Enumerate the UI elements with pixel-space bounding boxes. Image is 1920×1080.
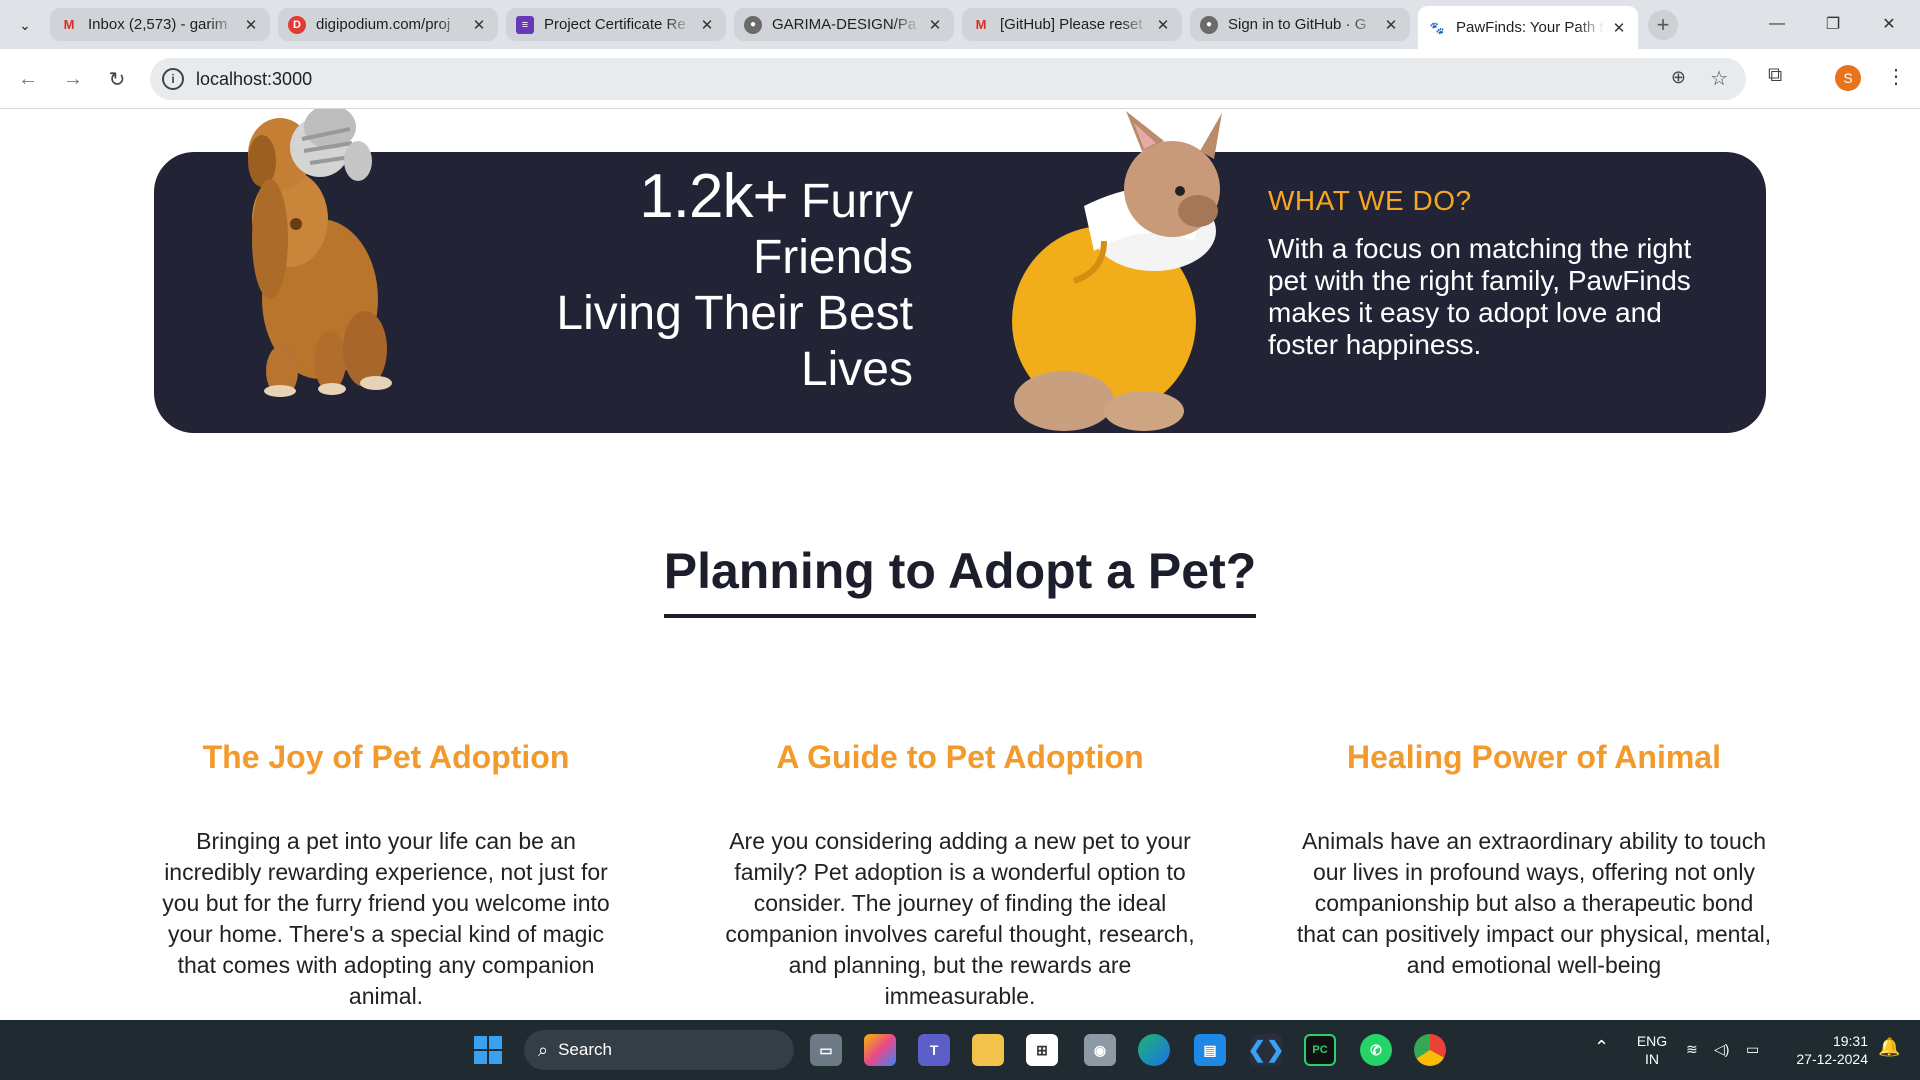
column-title: A Guide to Pet Adoption — [776, 739, 1144, 775]
tab-title: Inbox (2,573) - garim — [88, 16, 228, 33]
whatsapp-icon[interactable]: ✆ — [1360, 1034, 1392, 1066]
close-icon[interactable]: ✕ — [1382, 16, 1400, 34]
column-title: The Joy of Pet Adoption — [202, 739, 570, 775]
new-tab-button[interactable]: + — [1648, 10, 1678, 40]
region-code: IN — [1645, 1051, 1659, 1067]
close-icon[interactable]: ✕ — [1610, 19, 1628, 37]
column-text: Animals have an extraordinary ability to… — [1296, 828, 1772, 978]
github-icon: ● — [1200, 15, 1218, 34]
clock-date: 27-12-2024 — [1796, 1051, 1868, 1067]
stat-number: 1.2k+ — [639, 162, 788, 231]
taskbar-search[interactable]: ⌕ Search — [524, 1030, 794, 1070]
what-we-do-title: WHAT WE DO? — [1268, 185, 1472, 216]
close-icon[interactable]: ✕ — [926, 16, 944, 34]
github-icon: ● — [744, 15, 762, 34]
file-explorer-icon[interactable] — [972, 1034, 1004, 1066]
tab-strip: ⌄ M Inbox (2,573) - garim ✕ D digipodium… — [0, 0, 1920, 49]
browser-tab[interactable]: D digipodium.com/proj ✕ — [278, 8, 498, 41]
browser-tab[interactable]: M [GitHub] Please reset ✕ — [962, 8, 1182, 41]
search-icon: ⌕ — [538, 1039, 549, 1060]
tab-search-chevron-icon[interactable]: ⌄ — [10, 11, 40, 39]
chevron-up-icon[interactable]: ⌃ — [1594, 1038, 1609, 1056]
os-taskbar: ⌕ Search ▭ T ⊞ ◉ ▤ ❮❯ PC ✆ ⌃ ENG IN ≋ ◁)… — [0, 1020, 1920, 1080]
browser-tab[interactable]: ● Sign in to GitHub · G ✕ — [1190, 8, 1410, 41]
browser-tab[interactable]: ● GARIMA-DESIGN/Pa ✕ — [734, 8, 954, 41]
gmail-icon: M — [975, 17, 987, 32]
zoom-icon[interactable]: ⊕ — [1671, 67, 1686, 88]
tab-title: [GitHub] Please reset — [1000, 16, 1143, 33]
wifi-icon[interactable]: ≋ — [1686, 1040, 1698, 1058]
notification-bell-icon[interactable]: 🔔 — [1878, 1038, 1900, 1056]
clock-time: 19:31 — [1832, 1033, 1868, 1049]
site-info-icon[interactable]: i — [162, 68, 184, 90]
stat-line: Living Their Best — [556, 287, 913, 340]
close-icon[interactable]: ✕ — [1154, 16, 1172, 34]
bookmark-star-icon[interactable]: ☆ — [1710, 66, 1728, 91]
windows-start-icon[interactable] — [472, 1034, 504, 1066]
column-text: Are you considering adding a new pet to … — [725, 828, 1195, 1009]
copilot-icon[interactable] — [864, 1034, 896, 1066]
form-icon: ≡ — [516, 15, 534, 34]
tab-title: Sign in to GitHub · G — [1228, 16, 1367, 33]
close-icon[interactable]: ✕ — [470, 16, 488, 34]
pycharm-icon[interactable]: PC — [1304, 1034, 1336, 1066]
language-indicator[interactable]: ENG IN — [1632, 1032, 1672, 1068]
stat-line: Furry — [801, 175, 913, 228]
stat-line: Lives — [800, 343, 913, 396]
browser-toolbar: ← → ↻ i localhost:3000 ⊕ ☆ — [0, 49, 1920, 109]
teams-icon[interactable]: T — [918, 1034, 950, 1066]
microsoft-store-icon[interactable]: ⊞ — [1026, 1034, 1058, 1066]
paw-icon: 🐾 — [1429, 20, 1445, 35]
reload-icon[interactable]: ↻ — [101, 63, 133, 95]
page-viewport: 1.2k+ Furry Friends Living Their Best Li… — [0, 109, 1920, 1020]
tab-title: PawFinds: Your Path t — [1456, 19, 1604, 36]
extensions-puzzle-icon[interactable]: ⧉ — [1768, 64, 1782, 87]
search-label: Search — [558, 1040, 612, 1059]
forward-arrow-icon[interactable]: → — [57, 63, 89, 95]
browser-tab-active[interactable]: 🐾 PawFinds: Your Path t ✕ — [1418, 6, 1638, 49]
browser-tab[interactable]: M Inbox (2,573) - garim ✕ — [50, 8, 270, 41]
battery-icon[interactable]: ▭ — [1746, 1040, 1759, 1058]
volume-icon[interactable]: ◁) — [1714, 1040, 1729, 1058]
digipodium-icon: D — [288, 15, 306, 34]
info-column: A Guide to Pet Adoption Are you consider… — [720, 739, 1200, 1012]
page-title: Planning to Adopt a Pet? — [663, 542, 1257, 618]
window-close-icon[interactable]: ✕ — [1864, 8, 1914, 40]
tab-title: digipodium.com/proj — [316, 16, 451, 33]
close-icon[interactable]: ✕ — [698, 16, 716, 34]
chrome-icon[interactable] — [1414, 1034, 1446, 1066]
what-we-do-text: With a focus on matching the right pet w… — [1268, 233, 1692, 360]
adoption-stat: 1.2k+ Furry Friends Living Their Best Li… — [393, 166, 913, 398]
gmail-icon: M — [63, 17, 75, 32]
close-icon[interactable]: ✕ — [242, 16, 260, 34]
camera-icon[interactable]: ◉ — [1084, 1034, 1116, 1066]
app-icon[interactable]: ▤ — [1194, 1034, 1226, 1066]
stat-line: Friends — [752, 231, 913, 284]
french-bulldog-image — [1012, 111, 1222, 431]
restore-icon[interactable]: ❐ — [1808, 8, 1858, 40]
section-heading: Planning to Adopt a Pet? — [0, 542, 1920, 618]
info-column: The Joy of Pet Adoption Bringing a pet i… — [146, 739, 626, 1012]
tab-title: GARIMA-DESIGN/Pa — [772, 16, 917, 33]
edge-icon[interactable] — [1138, 1034, 1170, 1066]
clock[interactable]: 19:31 27-12-2024 — [1778, 1032, 1868, 1068]
column-title: Healing Power of Animal — [1347, 739, 1721, 775]
vscode-icon[interactable]: ❮❯ — [1248, 1034, 1284, 1066]
url-text[interactable]: localhost:3000 — [196, 69, 312, 90]
profile-avatar[interactable]: S — [1835, 65, 1861, 91]
minimize-icon[interactable]: — — [1752, 8, 1802, 40]
task-view-icon[interactable]: ▭ — [810, 1034, 842, 1066]
browser-tab[interactable]: ≡ Project Certificate Re ✕ — [506, 8, 726, 41]
address-bar[interactable]: i localhost:3000 ⊕ ☆ — [150, 58, 1746, 100]
language-code: ENG — [1636, 1033, 1668, 1049]
column-text: Bringing a pet into your life can be an … — [162, 828, 610, 1009]
back-arrow-icon[interactable]: ← — [12, 63, 44, 95]
tab-title: Project Certificate Re — [544, 16, 686, 33]
info-column: Healing Power of Animal Animals have an … — [1294, 739, 1774, 981]
kebab-menu-icon[interactable]: ⋮ — [1886, 64, 1906, 89]
